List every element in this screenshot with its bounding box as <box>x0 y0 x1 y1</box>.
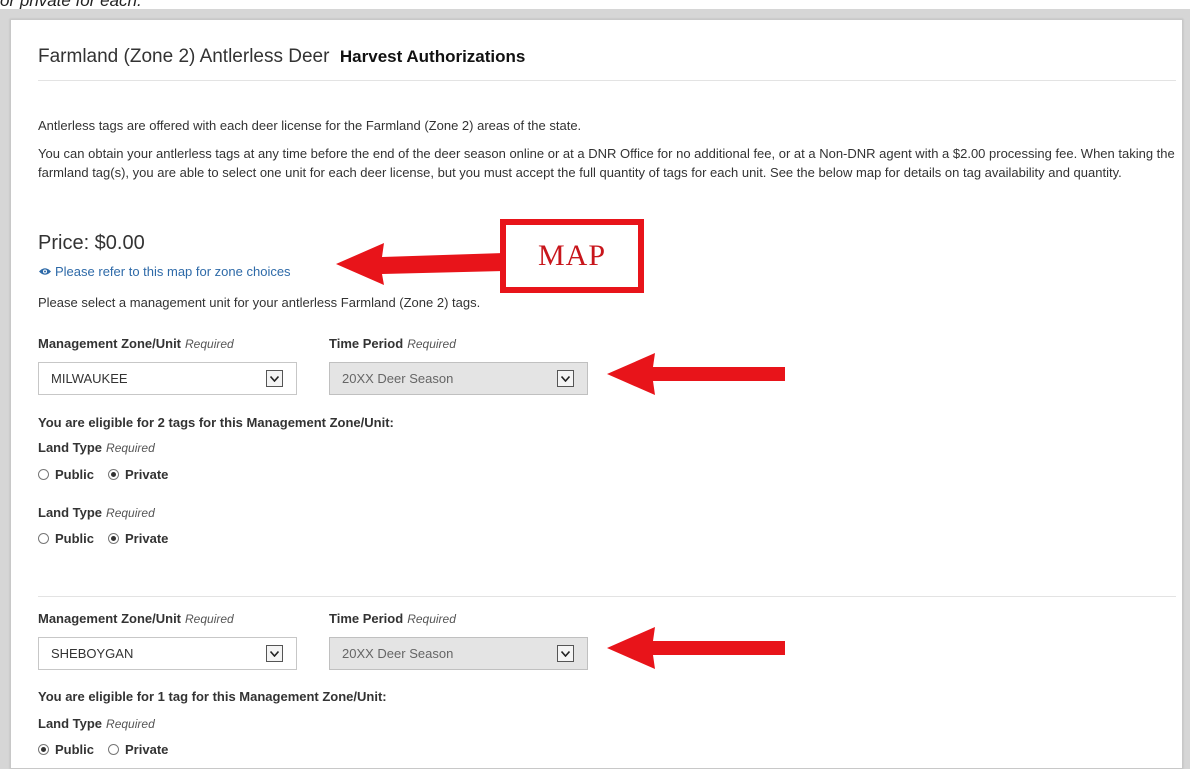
screenshot-frame: Farmland (Zone 2) Antlerless Deer Harves… <box>0 9 1190 769</box>
arrow-left-icon <box>336 243 504 285</box>
eligibility-text-1: You are eligible for 2 tags for this Man… <box>38 415 394 430</box>
public-radio[interactable] <box>38 533 49 544</box>
land-type-label: Land Type Required <box>38 716 155 731</box>
section-divider <box>38 596 1176 597</box>
time-label-text: Time Period <box>329 611 404 626</box>
zone-label-1: Management Zone/Unit Required <box>38 336 234 351</box>
land-type-label: Land Type Required <box>38 505 155 520</box>
land-type-label-text: Land Type <box>38 505 103 520</box>
private-radio[interactable] <box>108 533 120 544</box>
chevron-down-icon[interactable] <box>557 645 574 662</box>
time-select-value: 20XX Deer Season <box>342 371 454 386</box>
map-link[interactable]: Please refer to this map for zone choice… <box>38 264 291 279</box>
time-label-1: Time Period Required <box>329 336 456 351</box>
price-label: Price: $0.00 <box>38 232 145 254</box>
select-prompt: Please select a management unit for your… <box>38 295 481 310</box>
required-note: Required <box>407 612 456 626</box>
zone-select-value: SHEBOYGAN <box>51 646 134 661</box>
time-select-2[interactable]: 20XX Deer Season <box>329 637 588 670</box>
required-note: Required <box>106 441 155 455</box>
required-note: Required <box>106 506 155 520</box>
eligibility-text-2: You are eligible for 1 tag for this Mana… <box>38 689 387 704</box>
title-divider <box>38 80 1176 81</box>
public-radio-label[interactable]: Public <box>55 467 94 482</box>
time-label-text: Time Period <box>329 336 404 351</box>
zone-select-1[interactable]: MILWAUKEE <box>38 362 297 395</box>
chevron-down-icon[interactable] <box>266 645 283 662</box>
private-radio[interactable] <box>108 744 120 755</box>
panel-title: Farmland (Zone 2) Antlerless Deer Harves… <box>38 46 525 68</box>
zone-label-text: Management Zone/Unit <box>38 611 182 626</box>
details-text: You can obtain your antlerless tags at a… <box>38 146 1175 180</box>
arrow-left-icon <box>607 353 785 395</box>
private-radio-label[interactable]: Private <box>125 531 168 546</box>
map-callout-label: MAP <box>537 239 607 272</box>
public-radio[interactable] <box>38 469 49 480</box>
arrow-left-icon <box>607 627 785 669</box>
required-note: Required <box>407 337 456 351</box>
top-caption: or private for each. <box>0 0 142 10</box>
intro-text: Antlerless tags are offered with each de… <box>38 118 582 133</box>
required-note: Required <box>185 612 234 626</box>
required-note: Required <box>106 717 155 731</box>
time-select-value: 20XX Deer Season <box>342 646 454 661</box>
zone-select-2[interactable]: SHEBOYGAN <box>38 637 297 670</box>
eye-icon <box>39 268 51 275</box>
land-type-label-text: Land Type <box>38 440 103 455</box>
land-type-radio-group: Public Private <box>38 467 168 482</box>
private-radio-label[interactable]: Private <box>125 742 168 757</box>
public-radio-label[interactable]: Public <box>55 531 94 546</box>
time-select-1[interactable]: 20XX Deer Season <box>329 362 588 395</box>
harvest-authorizations-panel: Farmland (Zone 2) Antlerless Deer Harves… <box>10 19 1183 769</box>
land-type-label-text: Land Type <box>38 716 103 731</box>
panel-title-main: Farmland (Zone 2) Antlerless Deer <box>38 46 330 67</box>
time-label-2: Time Period Required <box>329 611 456 626</box>
private-radio[interactable] <box>108 469 120 480</box>
zone-select-value: MILWAUKEE <box>51 371 128 386</box>
map-link-text[interactable]: Please refer to this map for zone choice… <box>55 264 291 279</box>
panel-title-sub: Harvest Authorizations <box>339 47 526 66</box>
required-note: Required <box>185 337 234 351</box>
chevron-down-icon[interactable] <box>266 370 283 387</box>
land-type-label: Land Type Required <box>38 440 155 455</box>
public-radio-label[interactable]: Public <box>55 742 94 757</box>
zone-label-2: Management Zone/Unit Required <box>38 611 234 626</box>
land-type-radio-group: Public Private <box>38 531 168 546</box>
map-callout-box: MAP <box>500 219 644 293</box>
private-radio-label[interactable]: Private <box>125 467 168 482</box>
zone-label-text: Management Zone/Unit <box>38 336 182 351</box>
public-radio[interactable] <box>38 744 49 755</box>
land-type-radio-group: Public Private <box>38 742 168 757</box>
chevron-down-icon[interactable] <box>557 370 574 387</box>
